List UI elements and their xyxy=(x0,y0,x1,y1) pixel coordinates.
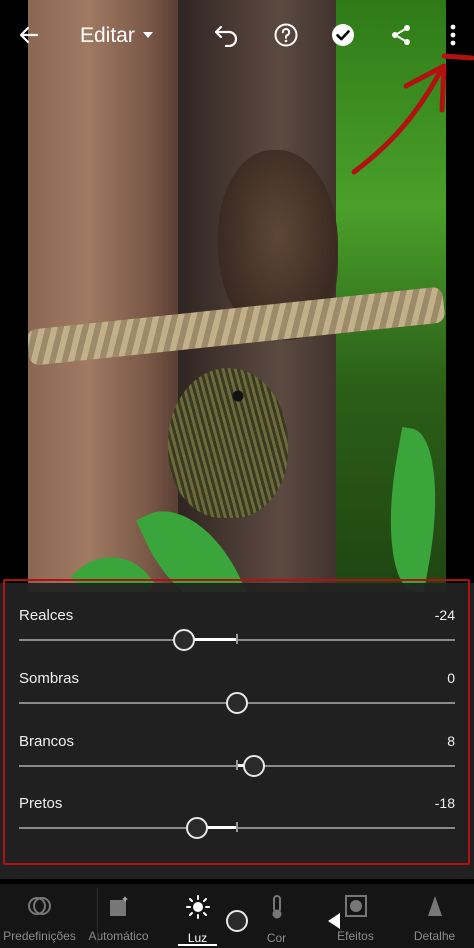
detail-triangle-icon xyxy=(425,894,445,923)
toolbar-scroll-indicator[interactable] xyxy=(226,910,248,932)
annotation-highlight-box xyxy=(3,579,470,865)
tool-color[interactable]: Cor xyxy=(237,884,316,948)
photo-trunk-left xyxy=(28,0,178,592)
back-arrow-icon[interactable] xyxy=(12,18,46,52)
triangle-left-icon[interactable] xyxy=(326,912,342,935)
thermometer-icon xyxy=(269,894,285,925)
tool-label: Efeitos xyxy=(337,929,374,943)
chevron-down-icon xyxy=(141,24,155,48)
annotation-arrow-icon xyxy=(351,53,474,175)
presets-icon xyxy=(27,894,53,923)
undo-icon[interactable] xyxy=(210,18,244,52)
tool-detail[interactable]: Detalhe xyxy=(395,884,474,948)
toolbar-divider xyxy=(97,888,98,944)
tool-presets[interactable]: Predefinições xyxy=(0,884,79,948)
light-sun-icon xyxy=(185,894,211,925)
effects-icon xyxy=(343,894,369,923)
auto-icon xyxy=(107,894,131,923)
tool-label: Detalhe xyxy=(413,929,456,943)
help-icon[interactable] xyxy=(269,18,303,52)
photo-bird xyxy=(168,368,288,518)
tool-label: Luz xyxy=(187,931,208,945)
tool-label: Predefinições xyxy=(3,929,76,943)
tool-light[interactable]: Luz xyxy=(158,884,237,948)
page-title: Editar xyxy=(80,24,135,47)
edit-mode-dropdown[interactable]: Editar xyxy=(80,22,155,50)
tool-auto[interactable]: Automático xyxy=(79,884,158,948)
tool-label: Cor xyxy=(266,931,287,945)
